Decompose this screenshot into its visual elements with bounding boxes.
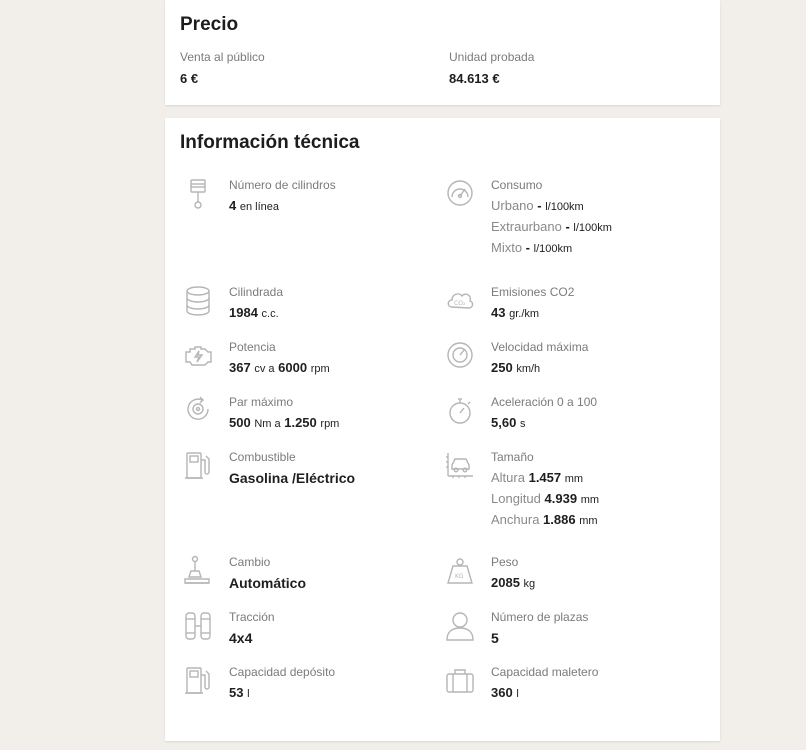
trunk-capacity-unit: l (516, 688, 519, 700)
consumption-urban: Urbano - l/100km (491, 198, 584, 213)
emissions-unit: gr./km (509, 308, 540, 320)
car-size-icon (445, 450, 475, 482)
tank-capacity-value: 53 (229, 685, 244, 700)
piston-icon (183, 178, 213, 210)
fuel-tank-icon (183, 665, 213, 697)
displacement-value: 1984 (229, 305, 258, 320)
power-rpm-unit: rpm (310, 363, 330, 375)
transmission-value: Automático (229, 575, 306, 591)
torque-icon (183, 395, 213, 427)
top-speed-unit: km/h (516, 363, 541, 375)
tested-unit-price-label: Unidad probada (449, 50, 535, 64)
database-icon (183, 285, 213, 317)
traction-value: 4x4 (229, 630, 253, 646)
top-speed-label: Velocidad máxima (491, 340, 589, 354)
tested-unit-price: Unidad probada 84.613 € (449, 50, 534, 86)
technical-info-card: Información técnica Número de cilindros … (165, 118, 720, 741)
price-card: Precio Venta al público 6 € Unidad proba… (165, 0, 720, 105)
fuel-value: Gasolina /Eléctrico (229, 470, 356, 486)
weight-label: Peso (491, 555, 519, 569)
gear-shift-icon (183, 555, 213, 587)
torque-unit: Nm a (254, 418, 281, 430)
transmission-label: Cambio (229, 555, 271, 569)
weight-unit: kg (523, 578, 536, 590)
tank-capacity-unit: l (247, 688, 250, 700)
fuel-label: Combustible (229, 450, 296, 464)
cylinders-unit: en línea (239, 201, 280, 213)
torque-label: Par máximo (229, 395, 294, 409)
tank-capacity-label: Capacidad depósito (229, 665, 336, 679)
tire-icon (183, 610, 213, 642)
trunk-capacity-value: 360 (491, 685, 513, 700)
power-rpm-value: 6000 (278, 360, 308, 375)
traction-label: Tracción (229, 610, 275, 624)
seats-value: 5 (491, 630, 499, 646)
speedometer-icon (445, 340, 475, 372)
size-width: Anchura 1.886 mm (491, 512, 598, 527)
power-label: Potencia (229, 340, 276, 354)
svg-text:CO₂: CO₂ (454, 300, 466, 307)
engine-icon (183, 340, 213, 372)
acceleration-value: 5,60 (491, 415, 517, 430)
retail-price-label: Venta al público (180, 50, 265, 64)
technical-info-title: Información técnica (180, 132, 360, 153)
retail-price: Venta al público 6 € (180, 50, 265, 86)
seats-label: Número de plazas (491, 610, 589, 624)
torque-rpm-value: 1.250 (284, 415, 317, 430)
svg-text:KG: KG (455, 573, 464, 580)
person-icon (445, 610, 475, 642)
consumption-extraurban: Extraurbano - l/100km (491, 219, 612, 234)
acceleration-label: Aceleración 0 a 100 (491, 395, 598, 409)
consumption-mixed: Mixto - l/100km (491, 240, 573, 255)
size-label: Tamaño (491, 450, 534, 464)
stopwatch-icon (445, 395, 475, 427)
top-speed-value: 250 (491, 360, 513, 375)
power-value: 367 (229, 360, 251, 375)
torque-value: 500 (229, 415, 251, 430)
cylinders-label: Número de cilindros (229, 178, 336, 192)
co2-cloud-icon: CO₂ (445, 285, 475, 317)
weight-value: 2085 (491, 575, 520, 590)
retail-price-value: 6 € (180, 71, 199, 86)
gauge-icon (445, 178, 475, 210)
price-title: Precio (180, 14, 239, 35)
tested-unit-price-value: 84.613 € (449, 71, 500, 86)
weight-icon: KG (445, 555, 475, 587)
consumption-label: Consumo (491, 178, 543, 192)
size-length: Longitud 4.939 mm (491, 491, 600, 506)
displacement-unit: c.c. (261, 308, 279, 320)
suitcase-icon (445, 665, 475, 697)
cylinders-value: 4 (229, 198, 237, 213)
emissions-value: 43 (491, 305, 506, 320)
size-height: Altura 1.457 mm (491, 470, 584, 485)
acceleration-unit: s (519, 418, 526, 430)
trunk-capacity-label: Capacidad maletero (491, 665, 599, 679)
displacement-label: Cilindrada (229, 285, 284, 299)
fuel-pump-icon (183, 450, 213, 482)
power-unit: cv a (254, 363, 275, 375)
torque-rpm-unit: rpm (320, 418, 340, 430)
emissions-label: Emisiones CO2 (491, 285, 575, 299)
